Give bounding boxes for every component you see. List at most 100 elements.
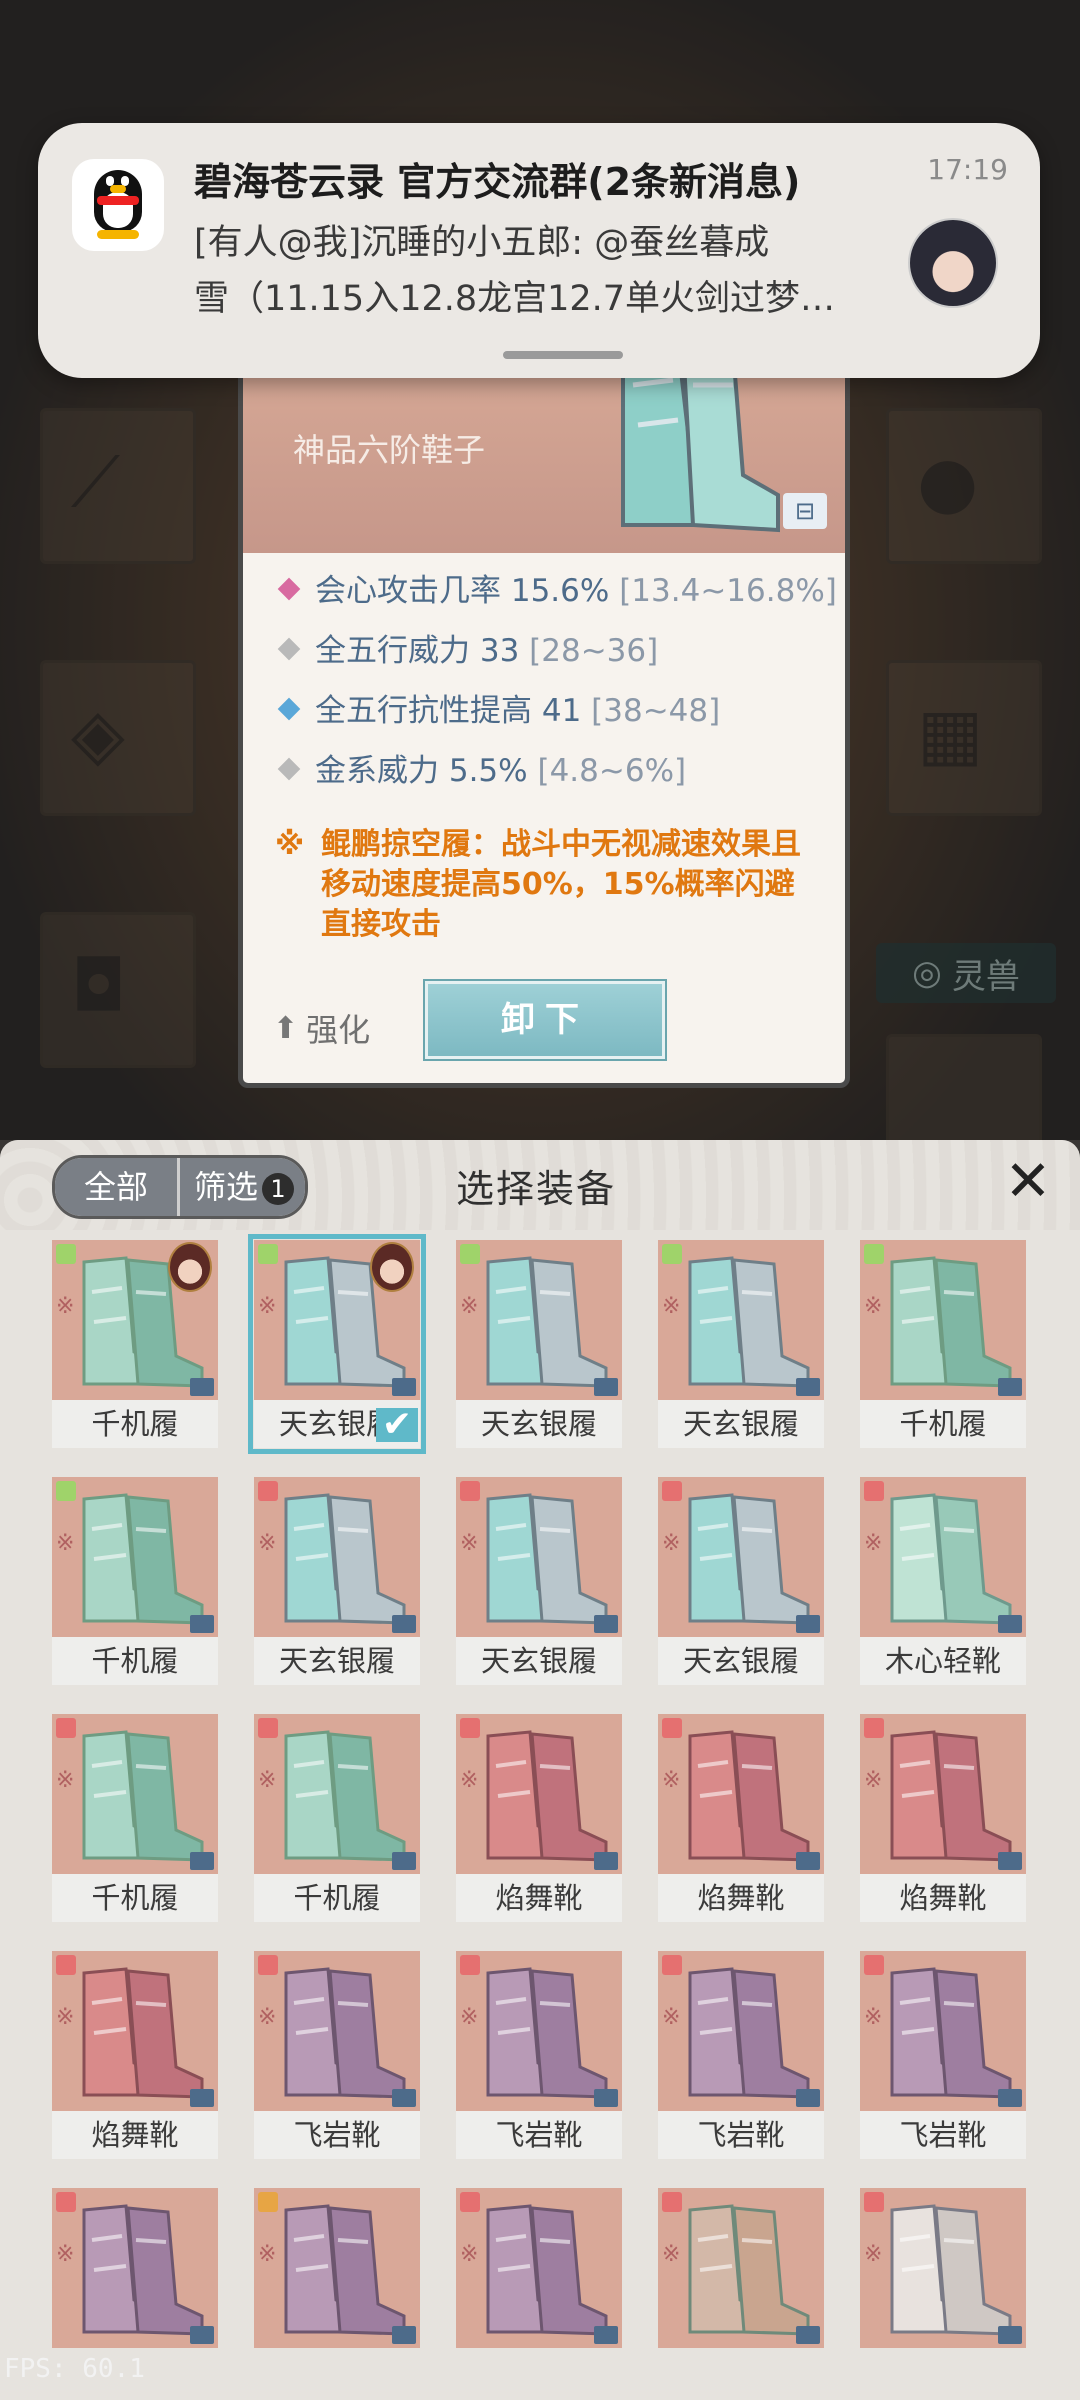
grade-tag-icon: [56, 1244, 76, 1264]
rune-icon: ※: [864, 1531, 883, 1556]
grade-tag-icon: [258, 2192, 278, 2212]
equipment-item[interactable]: ※ 千机履: [860, 1240, 1026, 1448]
equipment-item[interactable]: ※: [658, 2188, 824, 2396]
equipment-thumbnail: ※: [254, 1714, 420, 1874]
equipment-thumbnail: ※: [860, 1951, 1026, 2111]
equipment-item[interactable]: ※ 天玄银履: [456, 1477, 622, 1685]
grade-tag-icon: [258, 1481, 278, 1501]
equipment-thumbnail: ※: [658, 1714, 824, 1874]
diamond-icon: [277, 757, 301, 781]
tab-all[interactable]: 全部: [55, 1158, 177, 1216]
boots-icon: [82, 2204, 204, 2336]
equipment-item[interactable]: ※ 千机履: [52, 1240, 218, 1448]
rune-icon: ※: [864, 2005, 883, 2030]
equipment-item[interactable]: ※ 千机履: [254, 1714, 420, 1922]
boots-icon: [688, 1256, 810, 1388]
boots-icon: [688, 2204, 810, 2336]
lock-icon[interactable]: ⊟: [783, 493, 827, 529]
diamond-icon: [277, 637, 301, 661]
equipment-item[interactable]: ※ 天玄银履 ✔: [248, 1234, 426, 1454]
qq-notification[interactable]: 碧海苍云录 官方交流群(2条新消息) 17:19 [有人@我]沉睡的小五郎: @…: [38, 123, 1040, 378]
stat-line: 会心攻击几率 15.6% [13.4~16.8%]: [275, 565, 837, 610]
grade-tag-icon: [864, 1718, 884, 1738]
stat-range: [38~48]: [591, 693, 721, 729]
equipment-name: 天玄银履: [658, 1637, 824, 1685]
rune-icon: ※: [864, 1294, 883, 1319]
equipment-thumbnail: ※: [254, 2188, 420, 2348]
equipment-name: 天玄银履: [254, 1637, 420, 1685]
boots-icon: [890, 1256, 1012, 1388]
equipment-item[interactable]: ※ 天玄银履: [658, 1240, 824, 1448]
fps-counter: FPS: 60.1: [4, 2354, 145, 2384]
equipment-item[interactable]: ※: [860, 2188, 1026, 2396]
lock-icon: [190, 1615, 214, 1633]
lock-icon: [594, 2326, 618, 2344]
equipment-item[interactable]: ※ 天玄银履: [658, 1477, 824, 1685]
equipment-item[interactable]: ※ 天玄银履: [456, 1240, 622, 1448]
unequip-button[interactable]: 卸下: [423, 979, 667, 1061]
lock-icon: [796, 1852, 820, 1870]
equipment-thumbnail: ※: [456, 1477, 622, 1637]
tab-filter[interactable]: 筛选 1: [177, 1158, 305, 1216]
rune-icon: ※: [662, 1768, 681, 1793]
equipment-item[interactable]: ※ 飞岩靴: [860, 1951, 1026, 2159]
equipment-item[interactable]: ※ 飞岩靴: [658, 1951, 824, 2159]
rune-icon: ※: [56, 1768, 75, 1793]
sender-avatar: [908, 218, 998, 308]
set-effect-text: 鲲鹏掠空履：战斗中无视减速效果且移动速度提高50%，15%概率闪避直接攻击: [321, 827, 801, 942]
equipment-thumbnail: ※: [658, 1240, 824, 1400]
boots-icon: [486, 1967, 608, 2099]
rune-icon: ※: [662, 1531, 681, 1556]
stat-line: 全五行抗性提高 41 [38~48]: [275, 685, 720, 730]
equipment-item[interactable]: ※ 千机履: [52, 1714, 218, 1922]
equipment-item[interactable]: ※ 千机履: [52, 1477, 218, 1685]
lock-icon: [392, 2326, 416, 2344]
grade-tag-icon: [460, 1481, 480, 1501]
stat-line: 金系威力 5.5% [4.8~6%]: [275, 745, 686, 790]
equipment-thumbnail: ※: [456, 2188, 622, 2348]
rune-icon: ※: [258, 1768, 277, 1793]
grade-tag-icon: [258, 1718, 278, 1738]
lock-icon: [796, 2326, 820, 2344]
qq-app-icon: [72, 159, 164, 251]
filter-count-badge: 1: [262, 1173, 295, 1205]
grade-tag-icon: [56, 1718, 76, 1738]
equipment-item[interactable]: ※ 天玄银履: [254, 1477, 420, 1685]
equipment-thumbnail: ※: [658, 1951, 824, 2111]
equipment-name: 飞岩靴: [860, 2111, 1026, 2159]
equipment-name: 千机履: [254, 1874, 420, 1922]
equipment-name: 天玄银履: [658, 1400, 824, 1448]
boots-icon: [82, 1967, 204, 2099]
equipment-item[interactable]: ※ 木心轻靴: [860, 1477, 1026, 1685]
equipment-item[interactable]: ※ 焰舞靴: [456, 1714, 622, 1922]
lock-icon: [998, 1615, 1022, 1633]
grade-tag-icon: [662, 1718, 682, 1738]
equipment-name: 飞岩靴: [456, 2111, 622, 2159]
boots-icon: [486, 2204, 608, 2336]
stat-value: 会心攻击几率 15.6%: [315, 573, 610, 609]
equipment-item[interactable]: ※ 飞岩靴: [456, 1951, 622, 2159]
boots-icon: [82, 1730, 204, 1862]
lock-icon: [392, 2089, 416, 2107]
equipment-type: 神品六阶鞋子: [293, 431, 486, 469]
grade-tag-icon: [460, 1955, 480, 1975]
equipment-item[interactable]: ※ 焰舞靴: [860, 1714, 1026, 1922]
equipment-item[interactable]: ※ 飞岩靴: [254, 1951, 420, 2159]
lock-icon: [594, 1615, 618, 1633]
rune-icon: ※: [56, 1294, 75, 1319]
rune-icon: ※: [460, 2242, 479, 2267]
equipment-name: 天玄银履: [456, 1637, 622, 1685]
strengthen-button[interactable]: ⬆ 强化: [273, 1005, 370, 1051]
equipment-item[interactable]: ※: [254, 2188, 420, 2396]
equipment-item[interactable]: ※ 焰舞靴: [52, 1951, 218, 2159]
equipment-item[interactable]: ※ 焰舞靴: [658, 1714, 824, 1922]
notification-line-2: 雪（11.15入12.8龙宫12.7单火剑过梦…: [194, 279, 836, 319]
rune-icon: ※: [864, 2242, 883, 2267]
lock-icon: [190, 1852, 214, 1870]
close-icon[interactable]: ✕: [1004, 1154, 1052, 1210]
notification-drag-handle[interactable]: [503, 351, 623, 359]
equipment-thumbnail: ※: [456, 1240, 622, 1400]
equipment-item[interactable]: ※: [456, 2188, 622, 2396]
rune-icon: ※: [258, 2242, 277, 2267]
grade-tag-icon: [56, 2192, 76, 2212]
